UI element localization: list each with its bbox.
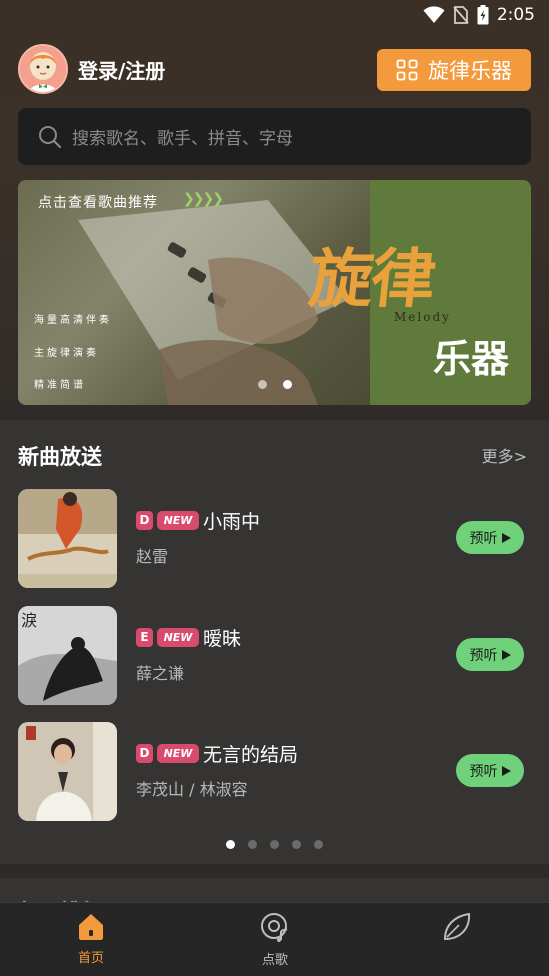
- preview-button[interactable]: 预听: [456, 754, 524, 787]
- preview-label: 预听: [469, 530, 498, 547]
- pagination-dot[interactable]: [314, 840, 323, 849]
- song-artist: 赵雷: [136, 547, 169, 566]
- new-badge: NEW: [157, 628, 199, 647]
- banner-feature: 精准简谱: [34, 380, 86, 391]
- bottom-nav: 首页 点歌: [0, 902, 549, 976]
- preview-button[interactable]: 预听: [456, 521, 524, 554]
- song-row[interactable]: D NEW 小雨中 赵雷 预听: [18, 489, 531, 589]
- grid-icon: [396, 59, 418, 81]
- wifi-icon: [423, 6, 445, 23]
- pagination-dot-active[interactable]: [226, 840, 235, 849]
- battery-icon: [477, 5, 489, 25]
- chevrons-right-icon: ❯❯❯❯: [183, 191, 224, 207]
- avatar-girl-icon: [20, 46, 66, 92]
- banner-subtitle: 乐器: [433, 336, 510, 381]
- banner-feature: 海量高清伴奏: [34, 315, 112, 326]
- avatar[interactable]: [18, 44, 68, 94]
- album-cover: [18, 722, 117, 821]
- banner-melody-text: Melody: [394, 310, 451, 324]
- banner-pagination: [258, 380, 292, 389]
- album-cover-image: 淚: [18, 606, 117, 705]
- new-songs-section: 新曲放送 更多> D NEW 小雨中 赵雷 预听 淚 E NEW 暧昧 薛之谦 …: [0, 420, 549, 864]
- pagination-dot[interactable]: [270, 840, 279, 849]
- preview-label: 预听: [469, 763, 498, 780]
- svg-text:淚: 淚: [21, 611, 37, 630]
- no-sim-icon: [453, 6, 469, 24]
- nav-label: 点歌: [261, 953, 288, 968]
- banner-recommend-text: 点击查看歌曲推荐: [38, 195, 158, 211]
- search-placeholder: 搜索歌名、歌手、拼音、字母: [72, 129, 293, 149]
- login-register-link[interactable]: 登录/注册: [78, 55, 165, 84]
- pagination-dot[interactable]: [258, 380, 267, 389]
- key-tag: E: [136, 628, 153, 647]
- play-icon: [501, 765, 511, 776]
- song-title: 小雨中: [203, 511, 261, 533]
- new-badge: NEW: [157, 744, 199, 763]
- more-link[interactable]: 更多>: [482, 443, 527, 467]
- preview-button[interactable]: 预听: [456, 638, 524, 671]
- leaf-icon: [443, 912, 471, 940]
- banner-title: 旋律: [305, 242, 438, 317]
- song-artist: 李茂山 / 林淑容: [136, 780, 248, 799]
- status-icons: 2:05: [423, 5, 535, 25]
- section-title: 新曲放送: [18, 445, 102, 469]
- melody-instrument-button[interactable]: 旋律乐器: [377, 49, 531, 91]
- pagination-dot-active[interactable]: [283, 380, 292, 389]
- song-artist: 薛之谦: [136, 664, 185, 683]
- search-icon: [39, 125, 62, 148]
- song-row[interactable]: 淚 E NEW 暧昧 薛之谦 预听: [18, 606, 531, 706]
- new-badge: NEW: [157, 511, 199, 530]
- promo-banner[interactable]: 点击查看歌曲推荐 ❯❯❯❯ 海量高清伴奏 主旋律演奏 精准简谱 旋律 Melod…: [18, 180, 531, 405]
- album-cover-image: [18, 489, 117, 588]
- melody-instrument-label: 旋律乐器: [428, 59, 512, 83]
- banner-feature: 主旋律演奏: [34, 348, 99, 359]
- song-title: 无言的结局: [203, 744, 299, 766]
- pagination-dot[interactable]: [292, 840, 301, 849]
- pagination-dot[interactable]: [248, 840, 257, 849]
- play-icon: [501, 532, 511, 543]
- song-title: 暧昧: [203, 628, 242, 650]
- play-icon: [501, 649, 511, 660]
- home-icon: [79, 914, 103, 940]
- album-cover: 淚: [18, 606, 117, 705]
- key-tag: D: [136, 511, 153, 530]
- song-row[interactable]: D NEW 无言的结局 李茂山 / 林淑容 预听: [18, 722, 531, 822]
- key-tag: D: [136, 744, 153, 763]
- nav-item-home[interactable]: 首页: [51, 911, 131, 966]
- album-cover-image: [18, 722, 117, 821]
- status-time: 2:05: [496, 5, 535, 25]
- preview-label: 预听: [469, 647, 498, 664]
- nav-item-discover[interactable]: [417, 911, 497, 949]
- search-input[interactable]: 搜索歌名、歌手、拼音、字母: [18, 108, 531, 165]
- nav-label: 首页: [77, 951, 104, 966]
- disc-icon: [261, 913, 288, 942]
- album-cover: [18, 489, 117, 588]
- song-list-pagination: [226, 840, 323, 849]
- nav-item-song-request[interactable]: 点歌: [235, 911, 315, 968]
- status-bar: 2:05: [0, 0, 549, 32]
